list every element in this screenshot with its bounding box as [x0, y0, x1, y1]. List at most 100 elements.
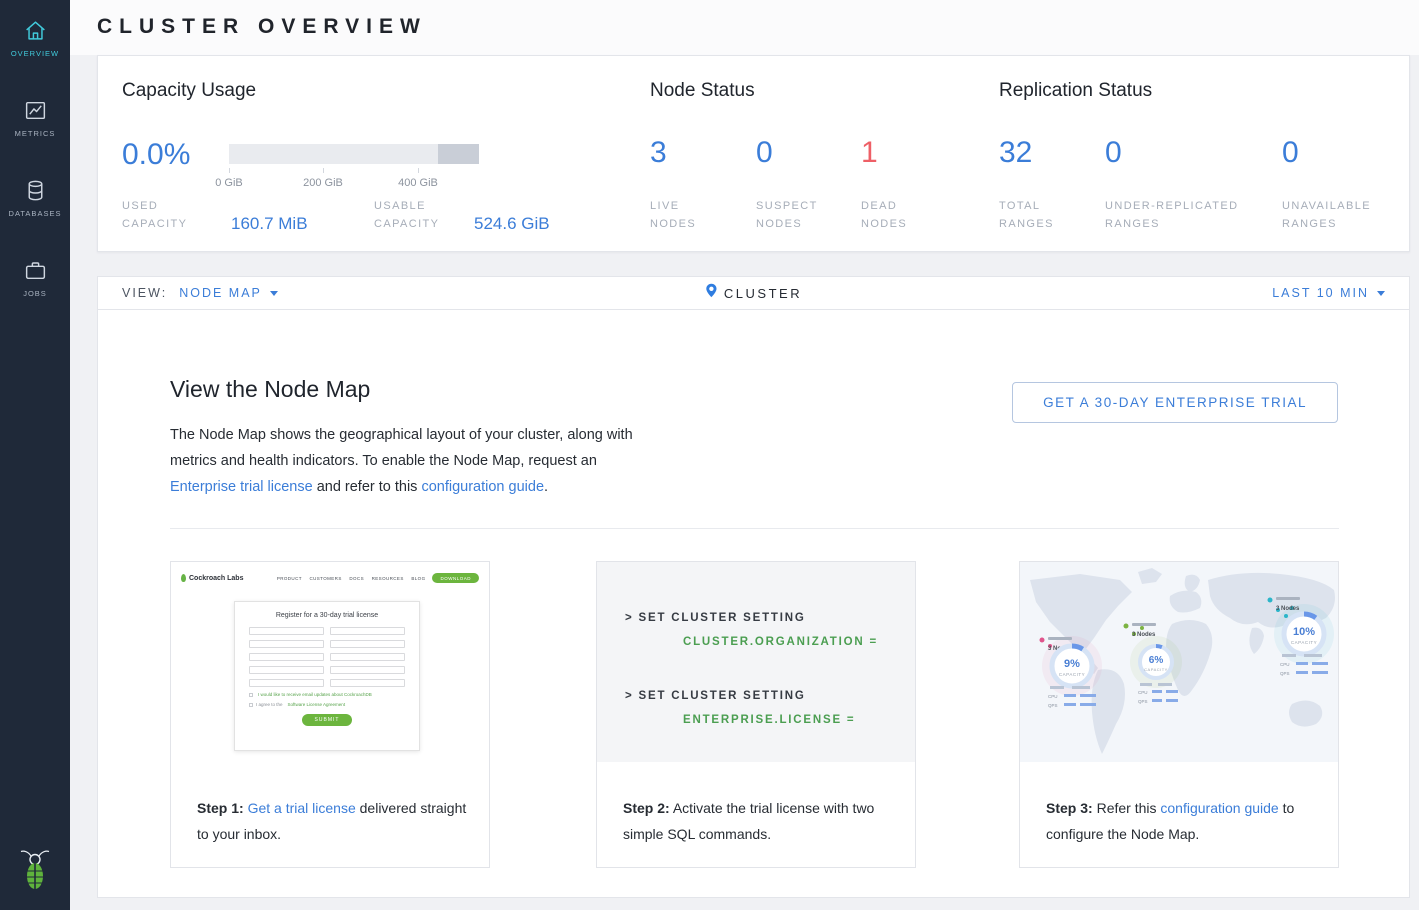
metrics-icon: [22, 98, 48, 124]
capacity-bar: [229, 144, 479, 164]
svg-text:9%: 9%: [1064, 658, 1080, 670]
node-map-description: The Node Map shows the geographical layo…: [170, 422, 648, 500]
page-title: CLUSTER OVERVIEW: [97, 15, 427, 39]
used-capacity-label: USEDCAPACITY: [122, 197, 187, 233]
dead-nodes-label: DEADNODES: [861, 197, 907, 233]
svg-text:CAPACITY: CAPACITY: [1144, 667, 1168, 672]
svg-text:6%: 6%: [1149, 655, 1164, 666]
configuration-guide-link[interactable]: configuration guide: [1160, 800, 1278, 816]
chevron-down-icon: [1377, 291, 1385, 296]
page-header: CLUSTER OVERVIEW: [70, 0, 1419, 55]
mini-checkbox-license: I agree to the Software License Agreemen…: [249, 702, 405, 707]
get-trial-license-link[interactable]: Get a trial license: [248, 800, 356, 816]
view-bar: VIEW: NODE MAP CLUSTER LAST 10 MIN: [97, 276, 1410, 310]
step3-card: 3 Nodes 3 Nodes 3 Nodes: [1019, 561, 1339, 868]
under-replicated-ranges-label: UNDER-REPLICATEDRANGES: [1105, 197, 1238, 233]
main-content: CLUSTER OVERVIEW Capacity Usage 0.0% 0 G…: [70, 0, 1419, 910]
suspect-nodes-label: SUSPECTNODES: [756, 197, 818, 233]
bug-icon: [181, 574, 186, 582]
sidebar-item-metrics[interactable]: METRICS: [0, 98, 70, 138]
jobs-icon: [22, 258, 48, 284]
view-label: VIEW:: [122, 286, 167, 300]
sidebar-item-label: JOBS: [0, 289, 70, 298]
cluster-label: CLUSTER: [724, 286, 802, 301]
suspect-nodes-count: 0: [756, 136, 773, 170]
mini-form-title: Register for a 30-day trial license: [241, 612, 413, 619]
svg-text:QPS: QPS: [1048, 703, 1058, 708]
sql-setting-name: ENTERPRISE.LICENSE =: [683, 708, 915, 732]
time-range-selector[interactable]: LAST 10 MIN: [1272, 286, 1385, 300]
svg-text:CPU: CPU: [1138, 690, 1148, 695]
sql-code-block: > SET CLUSTER SETTING CLUSTER.ORGANIZATI…: [597, 562, 915, 762]
svg-text:10%: 10%: [1293, 626, 1315, 638]
live-nodes-count: 3: [650, 136, 667, 170]
svg-text:QPS: QPS: [1138, 699, 1148, 704]
capacity-axis-tick: [229, 168, 230, 173]
capacity-axis-tick: [418, 168, 419, 173]
step2-caption: Step 2: Activate the trial license with …: [623, 795, 897, 847]
mini-site-nav: PRODUCT CUSTOMERS DOCS RESOURCES BLOG: [277, 576, 426, 581]
unavailable-ranges-label: UNAVAILABLERANGES: [1282, 197, 1371, 233]
mini-download-button: DOWNLOAD: [432, 573, 479, 583]
svg-text:CAPACITY: CAPACITY: [1291, 640, 1317, 645]
usable-capacity-label: USABLECAPACITY: [374, 197, 439, 233]
node-map-panel: View the Node Map GET A 30-DAY ENTERPRIS…: [97, 310, 1410, 898]
sidebar-item-jobs[interactable]: JOBS: [0, 258, 70, 298]
time-range-value: LAST 10 MIN: [1272, 286, 1369, 300]
svg-text:3 Nodes: 3 Nodes: [1132, 632, 1156, 638]
capacity-tick-label: 400 GiB: [398, 177, 438, 189]
mini-cockroach-logo: Cockroach Labs: [181, 574, 243, 582]
enterprise-trial-license-link[interactable]: Enterprise trial license: [170, 479, 313, 495]
sidebar-item-label: DATABASES: [0, 209, 70, 218]
location-pin-icon: [705, 283, 717, 303]
step1-caption: Step 1: Get a trial license delivered st…: [197, 795, 471, 847]
sql-statement: > SET CLUSTER SETTING: [625, 684, 915, 708]
mini-submit-button: SUBMIT: [302, 714, 352, 726]
chevron-down-icon: [270, 291, 278, 296]
view-selector-dropdown[interactable]: VIEW: NODE MAP: [122, 286, 278, 300]
configuration-guide-link[interactable]: configuration guide: [421, 479, 544, 495]
step1-card: Cockroach Labs PRODUCT CUSTOMERS DOCS RE…: [170, 561, 490, 868]
cluster-summary-card: Capacity Usage 0.0% 0 GiB 200 GiB 400 Gi…: [97, 55, 1410, 252]
capacity-tick-label: 200 GiB: [303, 177, 343, 189]
view-selected-value: NODE MAP: [179, 286, 262, 300]
under-replicated-ranges-count: 0: [1105, 136, 1122, 170]
svg-text:3 Nodes: 3 Nodes: [1276, 606, 1300, 612]
checkbox-icon: [249, 693, 253, 697]
node-status-title: Node Status: [650, 80, 755, 102]
databases-icon: [22, 178, 48, 204]
sidebar-item-overview[interactable]: OVERVIEW: [0, 18, 70, 58]
capacity-axis-tick: [323, 168, 324, 173]
sidebar: OVERVIEW METRICS DATABASES: [0, 0, 70, 910]
step3-caption: Step 3: Refer this configuration guide t…: [1046, 795, 1320, 847]
total-ranges-count: 32: [999, 136, 1032, 170]
home-icon: [22, 18, 48, 44]
unavailable-ranges-count: 0: [1282, 136, 1299, 170]
capacity-tick-label: 0 GiB: [215, 177, 243, 189]
sidebar-item-label: OVERVIEW: [0, 49, 70, 58]
mini-trial-form: Register for a 30-day trial license I: [234, 601, 420, 751]
svg-text:CPU: CPU: [1048, 694, 1058, 699]
used-capacity-value: 160.7 MiB: [231, 214, 308, 234]
step1-screenshot: Cockroach Labs PRODUCT CUSTOMERS DOCS RE…: [171, 562, 489, 771]
sql-statement: > SET CLUSTER SETTING: [625, 606, 915, 630]
sidebar-item-label: METRICS: [0, 129, 70, 138]
svg-text:CAPACITY: CAPACITY: [1059, 672, 1085, 677]
admin-ui-screen: OVERVIEW METRICS DATABASES: [0, 0, 1419, 910]
svg-text:CPU: CPU: [1280, 662, 1290, 667]
node-map-preview: 3 Nodes 3 Nodes 3 Nodes: [1020, 562, 1338, 762]
section-divider: [170, 528, 1339, 529]
capacity-bar-reserved-segment: [438, 144, 479, 164]
live-nodes-label: LIVENODES: [650, 197, 696, 233]
enterprise-trial-button[interactable]: GET A 30-DAY ENTERPRISE TRIAL: [1012, 382, 1338, 423]
step2-card: > SET CLUSTER SETTING CLUSTER.ORGANIZATI…: [596, 561, 916, 868]
capacity-used-percent: 0.0%: [122, 138, 190, 172]
sql-setting-name: CLUSTER.ORGANIZATION =: [683, 630, 915, 654]
svg-text:QPS: QPS: [1280, 671, 1290, 676]
checkbox-icon: [249, 703, 253, 707]
sidebar-item-databases[interactable]: DATABASES: [0, 178, 70, 218]
replication-status-title: Replication Status: [999, 80, 1152, 102]
mini-form-fields: [249, 627, 405, 687]
cockroach-logo[interactable]: [0, 847, 70, 898]
total-ranges-label: TOTALRANGES: [999, 197, 1054, 233]
